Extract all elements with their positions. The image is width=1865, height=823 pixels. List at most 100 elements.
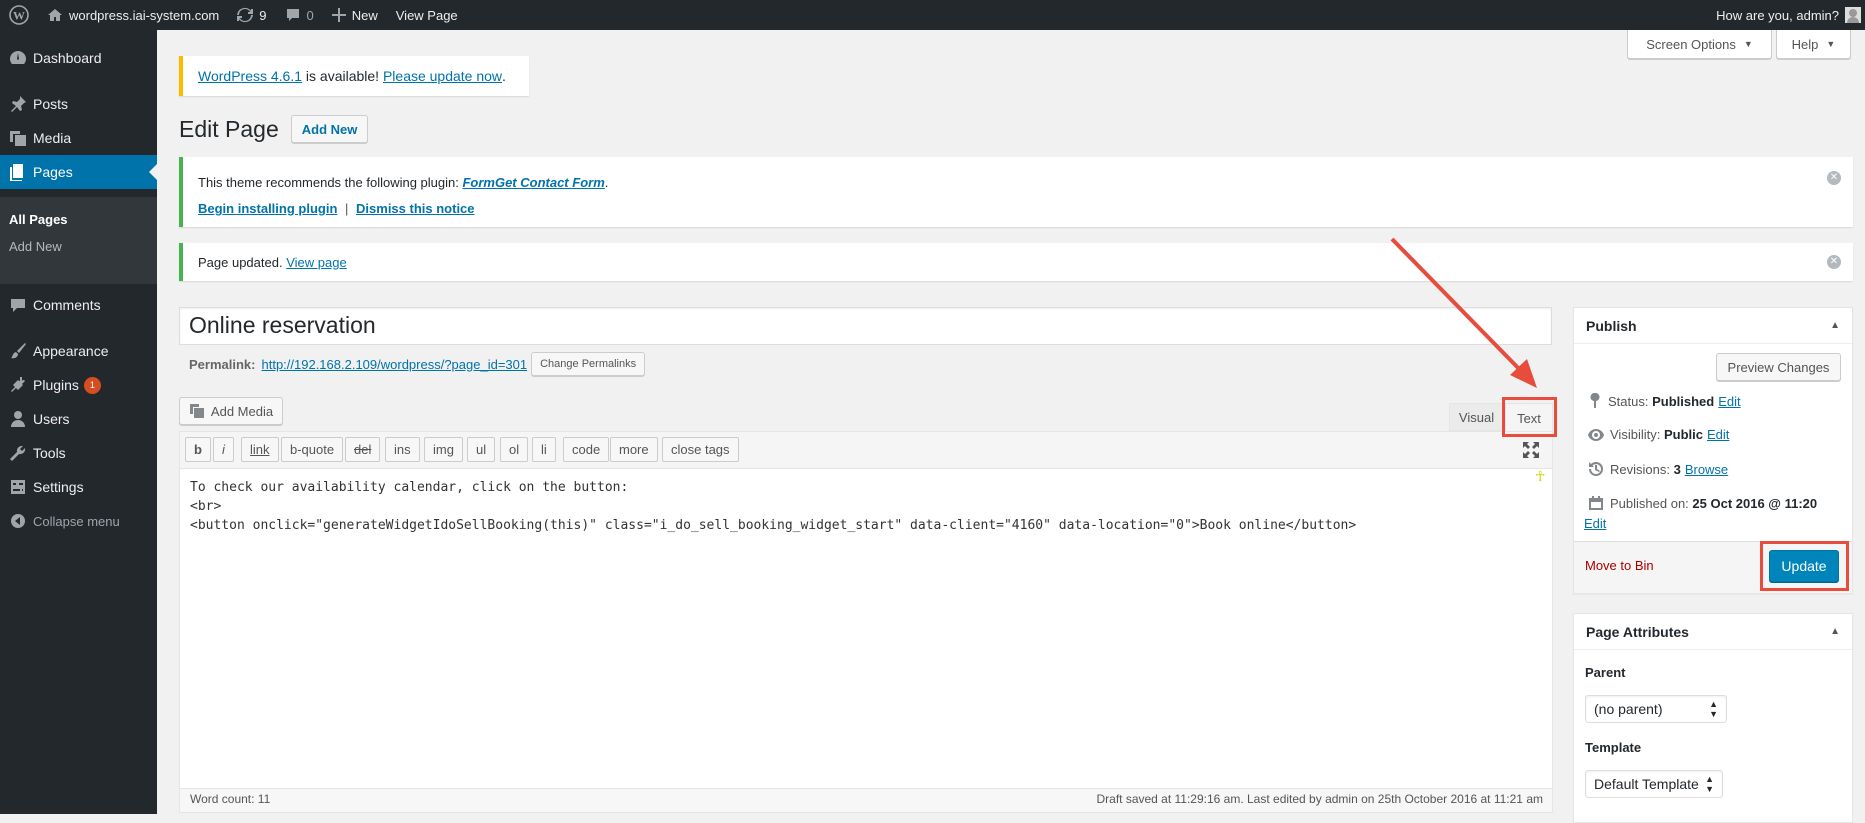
- menu-posts[interactable]: Posts: [0, 87, 157, 121]
- qt-ol-button[interactable]: ol: [500, 437, 529, 462]
- settings-icon: [8, 477, 28, 497]
- template-select-value: Default Template: [1594, 776, 1699, 792]
- qt-code-button[interactable]: code: [563, 437, 610, 462]
- svg-text:W: W: [13, 9, 25, 23]
- menu-label: Dashboard: [33, 50, 102, 66]
- qt-li-button[interactable]: li: [532, 437, 556, 462]
- menu-pages[interactable]: Pages: [0, 155, 157, 189]
- qt-b-button[interactable]: b: [185, 437, 211, 462]
- help-button[interactable]: Help ▼: [1776, 30, 1851, 59]
- qt-label: ins: [394, 442, 411, 457]
- qt-label: link: [250, 442, 270, 457]
- revisions-label: Revisions:: [1610, 461, 1674, 477]
- menu-media[interactable]: Media: [0, 121, 157, 155]
- parent-select[interactable]: (no parent) ▲ ▼: [1585, 695, 1727, 723]
- qt-link-button[interactable]: link: [241, 437, 279, 462]
- screen-options-button[interactable]: Screen Options ▼: [1627, 30, 1772, 59]
- plug-icon: [8, 375, 28, 395]
- red-arrow-annotation: [1390, 237, 1537, 388]
- browse-revisions-link[interactable]: Browse: [1685, 462, 1728, 477]
- qt-label: ul: [476, 442, 487, 457]
- template-label: Template: [1585, 740, 1642, 755]
- tab-visual[interactable]: Visual: [1449, 403, 1504, 431]
- menu-label: Settings: [33, 479, 84, 495]
- menu-appearance[interactable]: Appearance: [0, 334, 157, 368]
- qt-i-button[interactable]: i: [213, 437, 234, 462]
- menu-label: Users: [33, 411, 70, 427]
- plugin-link[interactable]: FormGet Contact Form: [462, 175, 604, 190]
- page-attributes-header[interactable]: Page Attributes ▲: [1574, 614, 1852, 650]
- word-count: Word count: 11: [190, 792, 271, 806]
- toggle-arrow-icon: ▲: [1830, 626, 1840, 637]
- edit-date-link[interactable]: Edit: [1584, 516, 1606, 531]
- post-title-input[interactable]: Online reservation: [179, 307, 1552, 345]
- greeting[interactable]: How are you, admin?: [1716, 8, 1839, 23]
- updated-message: Page updated.: [198, 254, 287, 270]
- plugin-notice-message: This theme recommends the following plug…: [198, 175, 463, 190]
- menu-users[interactable]: Users: [0, 402, 157, 436]
- collapse-menu-button[interactable]: Collapse menu: [0, 504, 157, 538]
- qt-img-button[interactable]: img: [424, 437, 463, 462]
- view-page-link[interactable]: View Page: [387, 0, 467, 30]
- menu-tools[interactable]: Tools: [0, 436, 157, 470]
- add-media-label: Add Media: [210, 403, 274, 419]
- menu-plugins[interactable]: Plugins 1: [0, 368, 157, 402]
- pin-icon: [8, 94, 28, 114]
- update-button[interactable]: Update: [1769, 550, 1839, 582]
- submenu-all-pages[interactable]: All Pages: [0, 206, 157, 233]
- new-content-link[interactable]: New: [323, 0, 387, 30]
- comments-link[interactable]: 0: [276, 0, 323, 30]
- home-icon: [48, 9, 62, 21]
- fullscreen-icon[interactable]: [1522, 441, 1540, 459]
- page-attributes-title: Page Attributes: [1586, 623, 1689, 640]
- avatar[interactable]: [1845, 7, 1861, 23]
- site-name-link[interactable]: wordpress.iai-system.com: [38, 0, 228, 30]
- menu-settings[interactable]: Settings: [0, 470, 157, 504]
- view-page-link[interactable]: View page: [286, 255, 346, 270]
- dismiss-icon[interactable]: ✕: [1827, 255, 1841, 269]
- qt-ul-button[interactable]: ul: [467, 437, 496, 462]
- qt-more-button[interactable]: more: [610, 437, 658, 462]
- comment-icon: [8, 295, 28, 315]
- menu-label: Posts: [33, 96, 69, 112]
- calendar-icon: [1589, 496, 1603, 510]
- add-media-button[interactable]: Add Media: [179, 397, 283, 425]
- qt-del-button[interactable]: del: [345, 437, 381, 462]
- brush-icon: [8, 341, 28, 361]
- content-line-3: <button onclick="generateWidgetIdoSellBo…: [190, 518, 1357, 533]
- updates-link[interactable]: 9: [228, 0, 275, 30]
- add-new-page-button[interactable]: Add New: [290, 115, 369, 143]
- menu-comments[interactable]: Comments: [0, 288, 157, 322]
- plugin-recommendation-notice: This theme recommends the following plug…: [179, 157, 1853, 227]
- menu-dashboard[interactable]: Dashboard: [0, 41, 157, 75]
- dismiss-notice-link[interactable]: Dismiss this notice: [356, 201, 474, 216]
- update-now-link[interactable]: Please update now: [383, 68, 502, 84]
- change-permalinks-button[interactable]: Change Permalinks: [531, 352, 646, 376]
- qt-close-tags-button[interactable]: close tags: [662, 437, 739, 462]
- editor-textarea[interactable]: To check our availability calendar, clic…: [190, 478, 1356, 535]
- template-select[interactable]: Default Template ▲ ▼: [1585, 770, 1723, 798]
- wordpress-logo-icon[interactable]: W: [0, 0, 38, 30]
- revisions-row: Revisions: 3 Browse: [1588, 461, 1728, 477]
- updates-count: 9: [259, 7, 267, 23]
- plugin-notice-text: This theme recommends the following plug…: [198, 175, 608, 190]
- wordpress-version-link[interactable]: WordPress 4.6.1: [198, 68, 302, 84]
- menu-label: Collapse menu: [33, 513, 120, 529]
- admin-menu: Dashboard Posts Media Pages All Pages Ad…: [0, 30, 157, 814]
- move-to-bin-link[interactable]: Move to Bin: [1585, 558, 1654, 573]
- dismiss-icon[interactable]: ✕: [1827, 171, 1841, 185]
- publish-header[interactable]: Publish ▲: [1574, 308, 1852, 344]
- pages-icon: [8, 162, 28, 182]
- submenu-add-new[interactable]: Add New: [0, 233, 157, 260]
- begin-installing-link[interactable]: Begin installing plugin: [198, 201, 337, 216]
- edit-status-link[interactable]: Edit: [1718, 394, 1740, 409]
- edit-visibility-link[interactable]: Edit: [1707, 427, 1729, 442]
- qt-bquote-button[interactable]: b-quote: [281, 437, 344, 462]
- qt-ins-button[interactable]: ins: [385, 437, 420, 462]
- menu-label: Appearance: [33, 343, 109, 359]
- tab-text[interactable]: Text: [1505, 403, 1553, 432]
- preview-changes-button[interactable]: Preview Changes: [1716, 353, 1841, 381]
- menu-label: Plugins: [33, 377, 79, 393]
- permalink-url[interactable]: http://192.168.2.109/wordpress/?page_id=…: [261, 357, 527, 372]
- qt-label: ol: [509, 442, 520, 457]
